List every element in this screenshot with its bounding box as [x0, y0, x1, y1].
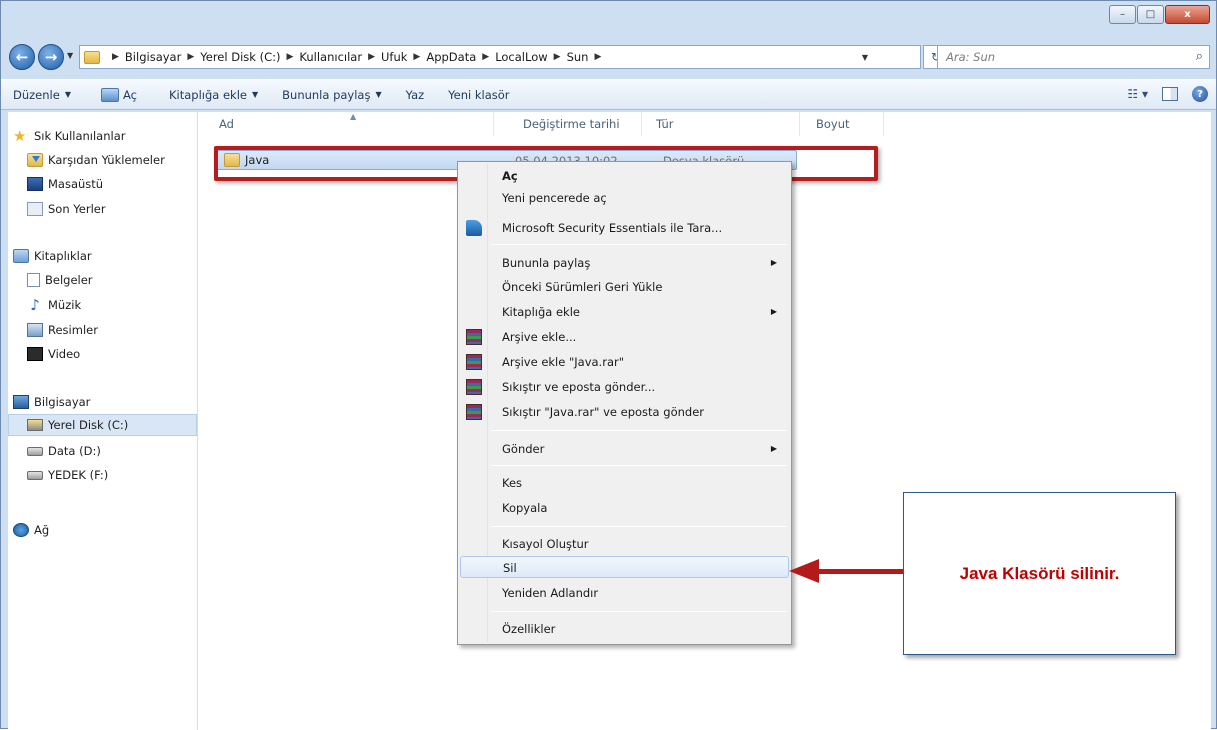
menu-item-add-to-archive[interactable]: Arşive ekle...	[460, 326, 789, 348]
preview-pane-icon[interactable]	[1162, 87, 1178, 101]
menu-item-create-shortcut[interactable]: Kısayol Oluştur	[460, 533, 789, 555]
drive-icon	[27, 470, 43, 480]
share-with-button[interactable]: Bununla paylaş ▼	[274, 88, 389, 102]
menu-item-scan-mse[interactable]: Microsoft Security Essentials ile Tara..…	[460, 217, 789, 239]
menu-item-compress-email[interactable]: Sıkıştır ve eposta gönder...	[460, 376, 789, 398]
winrar-icon	[466, 379, 482, 395]
winrar-icon	[466, 354, 482, 370]
maximize-button[interactable]: □	[1137, 5, 1164, 24]
breadcrumb-item[interactable]: Yerel Disk (C:)	[200, 50, 280, 64]
column-header-size[interactable]: Boyut	[800, 112, 884, 136]
breadcrumb-item[interactable]: LocalLow	[495, 50, 547, 64]
address-bar[interactable]: ▶ Bilgisayar ▶ Yerel Disk (C:) ▶ Kullanı…	[79, 45, 921, 69]
open-button[interactable]: Aç	[93, 87, 145, 102]
sidebar-item-videos[interactable]: Video	[27, 343, 80, 365]
minimize-button[interactable]: –	[1109, 5, 1136, 24]
sidebar-item-libraries[interactable]: Kitaplıklar	[13, 245, 92, 267]
breadcrumb-item[interactable]: Ufuk	[381, 50, 407, 64]
menu-item-delete[interactable]: Sil	[460, 556, 789, 578]
computer-icon	[13, 395, 29, 409]
menu-item-restore-previous[interactable]: Önceki Sürümleri Geri Yükle	[460, 276, 789, 298]
sidebar-item-backup-drive[interactable]: YEDEK (F:)	[27, 464, 108, 486]
annotation-arrow-line	[815, 569, 903, 574]
navigation-pane: ★ Sık Kullanılanlar Karşıdan Yüklemeler …	[8, 112, 198, 730]
sidebar-item-pictures[interactable]: Resimler	[27, 319, 98, 341]
annotation-callout: Java Klasörü silinir.	[903, 492, 1176, 655]
context-menu: Aç Yeni pencerede aç Microsoft Security …	[457, 161, 792, 645]
sidebar-item-documents[interactable]: Belgeler	[27, 269, 93, 291]
menu-item-open[interactable]: Aç	[460, 165, 789, 187]
menu-item-add-to-java-rar[interactable]: Arşive ekle "Java.rar"	[460, 351, 789, 373]
menu-item-copy[interactable]: Kopyala	[460, 497, 789, 519]
callout-text: Java Klasörü silinir.	[959, 563, 1120, 583]
column-header-modified[interactable]: Değiştirme tarihi	[495, 112, 642, 136]
libraries-icon	[13, 249, 29, 263]
navigation-row: ← → ▼ ▶ Bilgisayar ▶ Yerel Disk (C:) ▶ K…	[9, 43, 1210, 71]
menu-item-open-new-window[interactable]: Yeni pencerede aç	[460, 187, 789, 209]
sidebar-item-data-drive[interactable]: Data (D:)	[27, 440, 101, 462]
breadcrumb-item[interactable]: Sun	[567, 50, 589, 64]
documents-icon	[27, 273, 40, 287]
network-icon	[13, 523, 29, 537]
column-header-name[interactable]: Ad	[199, 112, 494, 136]
drive-icon	[27, 446, 43, 456]
system-drive-icon	[27, 419, 43, 431]
folder-icon	[84, 50, 100, 64]
search-icon[interactable]: ⌕	[1196, 49, 1203, 64]
menu-item-rename[interactable]: Yeniden Adlandır	[460, 582, 789, 604]
submenu-arrow-icon: ▶	[770, 307, 777, 316]
desktop-icon	[27, 177, 43, 191]
sidebar-item-local-disk[interactable]: Yerel Disk (C:)	[8, 414, 197, 436]
open-icon	[100, 87, 119, 102]
add-to-library-button[interactable]: Kitaplığa ekle ▼	[161, 88, 266, 102]
sidebar-item-favorites[interactable]: ★ Sık Kullanılanlar	[13, 125, 126, 147]
new-folder-button[interactable]: Yeni klasör	[440, 88, 517, 102]
address-dropdown-icon[interactable]: ▼	[862, 53, 868, 62]
menu-item-cut[interactable]: Kes	[460, 472, 789, 494]
sidebar-item-recent[interactable]: Son Yerler	[27, 198, 106, 220]
sidebar-item-music[interactable]: ♪ Müzik	[27, 294, 81, 316]
recent-places-icon	[27, 202, 43, 216]
submenu-arrow-icon: ▶	[770, 444, 777, 453]
search-placeholder: Ara: Sun	[946, 50, 996, 64]
sidebar-item-computer[interactable]: Bilgisayar	[13, 391, 90, 413]
search-input[interactable]: Ara: Sun ⌕	[937, 45, 1210, 69]
close-button[interactable]: x	[1165, 5, 1210, 24]
breadcrumb-item[interactable]: Kullanıcılar	[299, 50, 362, 64]
sidebar-item-network[interactable]: Ağ	[13, 519, 49, 541]
winrar-icon	[466, 404, 482, 420]
video-icon	[27, 347, 43, 361]
caption-buttons: – □ x	[1108, 5, 1210, 24]
column-header-type[interactable]: Tür	[642, 112, 800, 136]
breadcrumb-item[interactable]: Bilgisayar	[125, 50, 181, 64]
menu-item-share-with[interactable]: Bununla paylaş ▶	[460, 252, 789, 274]
breadcrumb-item[interactable]: AppData	[426, 50, 476, 64]
change-view-icon[interactable]: ☷ ▾	[1127, 87, 1148, 101]
menu-item-compress-java-email[interactable]: Sıkıştır "Java.rar" ve eposta gönder	[460, 401, 789, 423]
menu-item-send-to[interactable]: Gönder ▶	[460, 438, 789, 460]
menu-item-properties[interactable]: Özellikler	[460, 618, 789, 640]
help-icon[interactable]: ?	[1192, 86, 1208, 102]
sidebar-item-downloads[interactable]: Karşıdan Yüklemeler	[27, 149, 165, 171]
forward-button[interactable]: →	[38, 44, 64, 70]
music-note-icon: ♪	[30, 296, 40, 314]
sidebar-item-desktop[interactable]: Masaüstü	[27, 173, 103, 195]
winrar-icon	[466, 329, 482, 345]
organize-button[interactable]: Düzenle ▼	[1, 88, 79, 102]
star-icon: ★	[13, 127, 27, 145]
command-bar: Düzenle ▼ Aç Kitaplığa ekle ▼ Bununla payl…	[1, 79, 1216, 110]
menu-item-add-to-library[interactable]: Kitaplığa ekle ▶	[460, 301, 789, 323]
recent-pages-dropdown[interactable]: ▼	[67, 51, 73, 60]
burn-button[interactable]: Yaz	[398, 88, 433, 102]
downloads-folder-icon	[27, 153, 43, 167]
back-button[interactable]: ←	[9, 44, 35, 70]
pictures-icon	[27, 323, 43, 337]
title-bar: – □ x	[1, 1, 1216, 37]
sort-ascending-icon: ▲	[350, 112, 357, 121]
submenu-arrow-icon: ▶	[770, 258, 777, 267]
security-essentials-icon	[466, 220, 482, 236]
